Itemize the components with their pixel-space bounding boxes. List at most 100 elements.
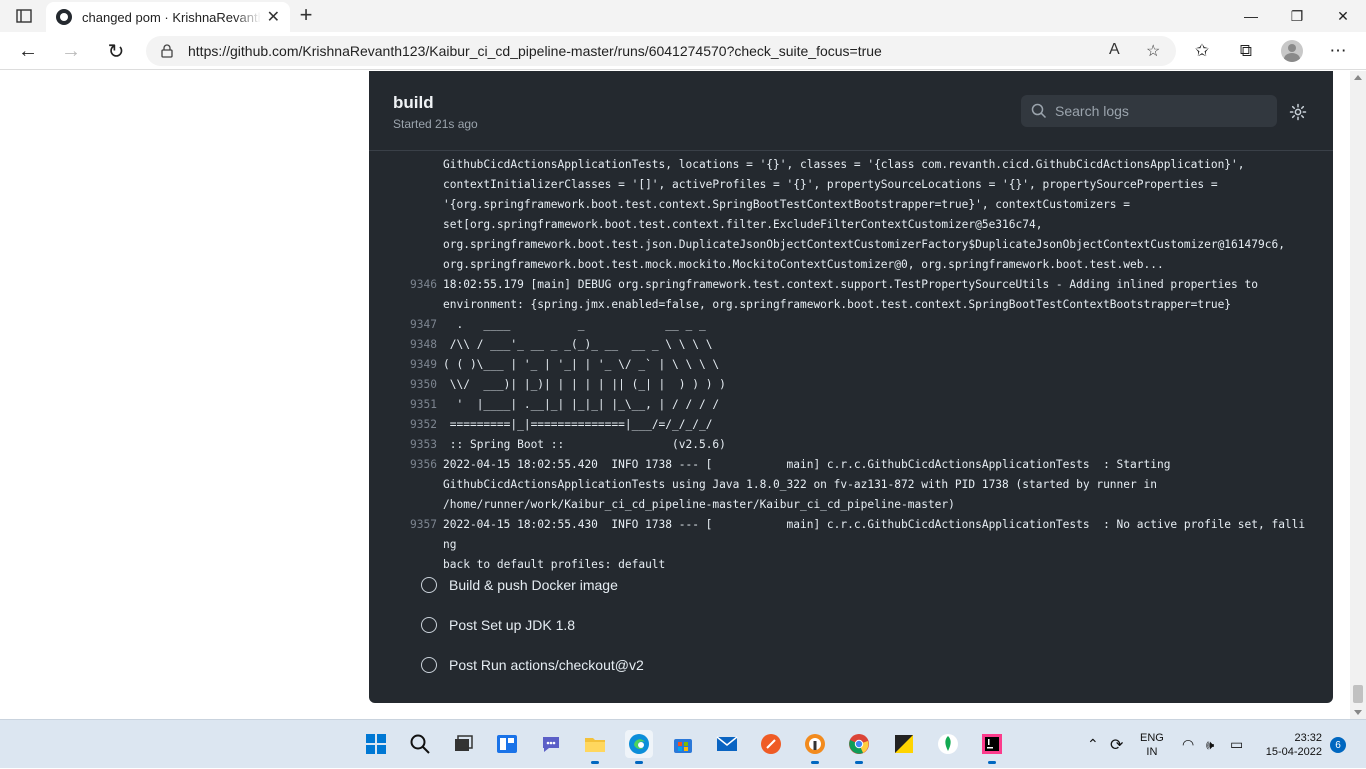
search-icon xyxy=(1031,103,1047,119)
start-button[interactable] xyxy=(362,730,390,758)
log-line: 9353 :: Spring Boot :: (v2.5.6) xyxy=(369,435,1333,455)
log-line: 9347 . ____ _ __ _ _ xyxy=(369,315,1333,335)
refresh-button[interactable]: ↻ xyxy=(101,36,131,66)
log-line-number[interactable] xyxy=(369,175,443,195)
minimize-button[interactable]: — xyxy=(1228,0,1274,32)
input-language[interactable]: ENG IN xyxy=(1140,731,1164,759)
step-pending-circle-icon xyxy=(421,657,437,673)
log-line-text: ' |____| .__|_| |_|_| |_\__, | / / / / xyxy=(443,398,720,411)
wifi-icon[interactable]: ◠ xyxy=(1182,720,1194,769)
log-line-number[interactable]: 9356 xyxy=(369,455,443,475)
task-view-button[interactable] xyxy=(449,730,477,758)
tab-close-icon[interactable]: ✕ xyxy=(267,7,280,27)
mongodb-compass-button[interactable] xyxy=(934,730,962,758)
browser-tab-active[interactable]: changed pom · KrishnaRevanth123/Kaibur_c… xyxy=(46,2,290,32)
log-line-number[interactable]: 9349 xyxy=(369,355,443,375)
log-line-number[interactable] xyxy=(369,475,443,495)
log-line-number[interactable]: 9350 xyxy=(369,375,443,395)
step-pending-circle-icon xyxy=(421,577,437,593)
add-favorite-icon[interactable]: ☆ xyxy=(1146,41,1160,61)
log-line: 9357 2022-04-15 18:02:55.430 INFO 1738 --… xyxy=(369,515,1333,555)
battery-icon[interactable]: ▭ xyxy=(1230,720,1243,769)
log-line-number[interactable]: 9352 xyxy=(369,415,443,435)
new-tab-button[interactable]: + xyxy=(294,4,318,28)
job-header: build Started 21s ago xyxy=(369,71,1333,151)
gear-icon[interactable] xyxy=(1289,103,1307,121)
scroll-thumb[interactable] xyxy=(1353,685,1363,703)
forward-button[interactable]: → xyxy=(56,36,86,66)
job-step[interactable]: Post Run actions/checkout@v2 xyxy=(369,645,1333,685)
log-line-number[interactable]: 9357 xyxy=(369,515,443,555)
log-line: org.springframework.boot.test.json.Dupli… xyxy=(369,235,1333,255)
log-line-text: ( ( )\___ | '_ | '_| | '_ \/ _` | \ \ \ … xyxy=(443,358,720,371)
intellij-button[interactable] xyxy=(978,730,1006,764)
log-line-number[interactable] xyxy=(369,155,443,175)
favorites-icon[interactable]: ✩ xyxy=(1187,36,1217,66)
more-menu-icon[interactable]: ⋯ xyxy=(1323,36,1353,66)
clock-time: 23:32 xyxy=(1294,732,1322,744)
tab-actions-button[interactable] xyxy=(10,6,38,26)
collections-icon[interactable]: ⧉ xyxy=(1231,36,1261,66)
restore-button[interactable]: ❐ xyxy=(1274,0,1320,32)
log-line-text: '{org.springframework.boot.test.context.… xyxy=(443,198,1131,211)
clock[interactable]: 23:32 15-04-2022 xyxy=(1256,731,1322,759)
chevron-up-icon: ⌃ xyxy=(1087,736,1099,752)
log-line-number[interactable]: 9351 xyxy=(369,395,443,415)
log-line-text: 2022-04-15 18:02:55.430 INFO 1738 --- [ … xyxy=(443,518,1306,551)
task-view-icon xyxy=(455,735,473,751)
log-line-number[interactable]: 9347 xyxy=(369,315,443,335)
log-line-number[interactable] xyxy=(369,255,443,275)
log-line-number[interactable]: 9346 xyxy=(369,275,443,295)
widgets-icon xyxy=(497,735,517,753)
chat-icon xyxy=(543,737,559,752)
chrome-button[interactable] xyxy=(845,730,873,764)
scroll-up-arrow-icon[interactable] xyxy=(1354,75,1362,80)
lock-icon xyxy=(161,44,173,58)
postman-button[interactable] xyxy=(757,730,785,758)
log-line-number[interactable] xyxy=(369,195,443,215)
store-icon xyxy=(674,739,692,753)
log-line-number[interactable]: 9348 xyxy=(369,335,443,355)
sync-status-icon[interactable]: ⟳ xyxy=(1110,720,1123,769)
close-window-button[interactable]: ✕ xyxy=(1320,0,1366,32)
log-line-number[interactable]: 9353 xyxy=(369,435,443,455)
running-indicator xyxy=(988,761,996,764)
log-line-text: 18:02:55.179 [main] DEBUG org.springfram… xyxy=(443,278,1258,291)
store-button[interactable] xyxy=(669,730,697,758)
app-button[interactable] xyxy=(801,730,829,764)
notification-badge[interactable]: 6 xyxy=(1330,737,1346,753)
search-logs-box[interactable] xyxy=(1021,95,1277,127)
log-line-number[interactable] xyxy=(369,295,443,315)
chrome-icon xyxy=(849,734,869,754)
back-button[interactable]: ← xyxy=(13,36,43,66)
read-aloud-icon[interactable]: A xyxy=(1109,41,1120,59)
job-step[interactable]: Build & push Docker image xyxy=(369,565,1333,605)
chat-button[interactable] xyxy=(537,730,565,758)
edge-browser-button[interactable] xyxy=(625,730,653,764)
page-scrollbar[interactable] xyxy=(1350,71,1366,719)
step-label: Build & push Docker image xyxy=(449,577,618,593)
job-step[interactable]: Post Set up JDK 1.8 xyxy=(369,605,1333,645)
show-hidden-icons-button[interactable]: ⌃ xyxy=(1087,720,1099,769)
sticky-notes-button[interactable] xyxy=(890,730,918,758)
search-taskbar-button[interactable] xyxy=(406,730,434,758)
browser-toolbar: ← → ↻ https://github.com/KrishnaRevanth1… xyxy=(0,32,1366,70)
volume-icon[interactable]: 🕪 xyxy=(1206,720,1214,769)
widgets-button[interactable] xyxy=(493,730,521,758)
profile-avatar[interactable] xyxy=(1281,40,1303,62)
scroll-down-arrow-icon[interactable] xyxy=(1354,710,1362,715)
log-line: 9351 ' |____| .__|_| |_|_| |_\__, | / / … xyxy=(369,395,1333,415)
app-icon xyxy=(805,734,825,754)
step-pending-circle-icon xyxy=(421,617,437,633)
address-bar[interactable]: https://github.com/KrishnaRevanth123/Kai… xyxy=(146,36,1176,66)
log-output: GithubCicdActionsApplicationTests, locat… xyxy=(369,155,1333,575)
file-explorer-button[interactable] xyxy=(581,730,609,764)
log-line: GithubCicdActionsApplicationTests using … xyxy=(369,475,1333,495)
log-line-number[interactable] xyxy=(369,235,443,255)
log-line-text: set[org.springframework.boot.test.contex… xyxy=(443,218,1043,231)
log-line-number[interactable] xyxy=(369,495,443,515)
log-line-number[interactable] xyxy=(369,215,443,235)
search-logs-input[interactable] xyxy=(1055,103,1265,119)
job-log-panel: build Started 21s ago GithubCicdActionsA… xyxy=(369,71,1333,703)
mail-button[interactable] xyxy=(713,730,741,758)
